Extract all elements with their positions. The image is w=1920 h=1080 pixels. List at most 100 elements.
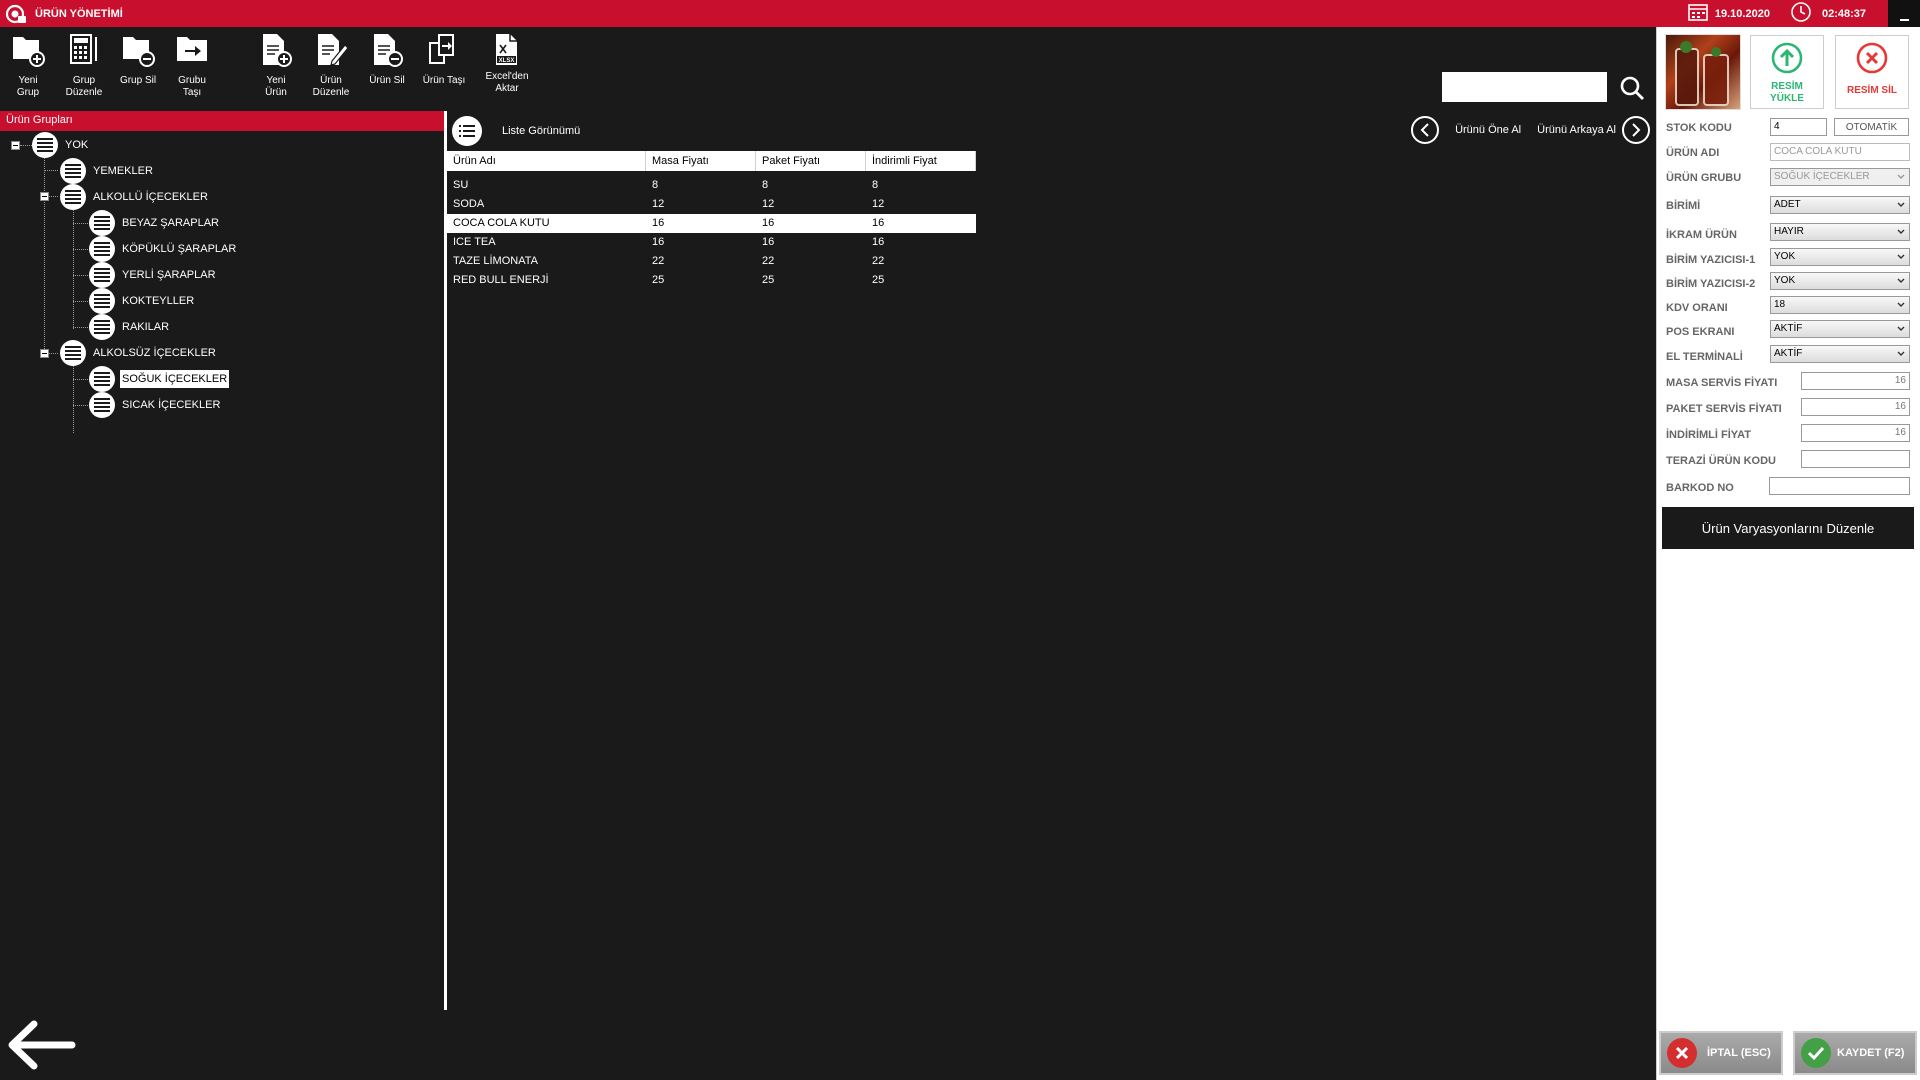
unit-select[interactable]: ADET	[1770, 196, 1910, 214]
printer1-select[interactable]: YOK	[1770, 248, 1910, 266]
column-header-name[interactable]: Ürün Adı	[447, 151, 646, 171]
chevron-right-icon	[1632, 123, 1641, 137]
column-header-package-price[interactable]: Paket Fiyatı	[756, 151, 866, 171]
list-view-icon	[459, 125, 475, 137]
scale-code-field[interactable]	[1801, 450, 1910, 468]
remove-image-button[interactable]: RESİM SİL	[1835, 35, 1909, 109]
delete-product-label: Ürün Sil	[369, 75, 405, 86]
search-icon	[1620, 76, 1644, 100]
table-row[interactable]: TAZE LİMONATA 22 22 22	[447, 252, 976, 271]
edit-group-label: Grup Düzenle	[65, 75, 103, 98]
treat-select[interactable]: HAYIR	[1770, 223, 1910, 241]
tree-node-alkolsuz-icecekler[interactable]: ALKOLSÜZ İÇECEKLER	[60, 340, 218, 366]
auto-code-button[interactable]: OTOMATİK	[1834, 118, 1909, 136]
move-product-label: Ürün Taşı	[422, 75, 466, 86]
move-front-button[interactable]: Ürünü Öne Al	[1455, 124, 1521, 136]
tree-node-kokteyller[interactable]: KOKTEYLLER	[89, 288, 196, 314]
product-group-select[interactable]: SOĞUK İÇECEKLER	[1770, 168, 1910, 186]
tree-node-soguk-icecekler[interactable]: SOĞUK İÇECEKLER	[89, 366, 230, 392]
handheld-label: EL TERMİNALİ	[1666, 351, 1743, 363]
column-header-table-price[interactable]: Masa Fiyatı	[646, 151, 756, 171]
new-product-label: Yeni Ürün	[265, 75, 287, 98]
form-row-treat: İKRAM ÜRÜN	[1666, 225, 1774, 245]
cancel-button[interactable]: İPTAL (ESC)	[1659, 1031, 1783, 1075]
form-row-scale-code: TERAZİ ÜRÜN KODU	[1666, 451, 1806, 471]
cell-package-price: 25	[762, 274, 775, 286]
delete-product-button[interactable]: Ürün Sil	[359, 31, 415, 87]
tree-node-beyaz-saraplar[interactable]: BEYAZ ŞARAPLAR	[89, 210, 221, 236]
package-price-field[interactable]: 16	[1801, 398, 1910, 416]
cell-name: COCA COLA KUTU	[453, 217, 550, 229]
pos-select[interactable]: AKTİF	[1770, 320, 1910, 338]
list-view-button[interactable]	[452, 116, 482, 146]
form-row-product-group: ÜRÜN GRUBU	[1666, 168, 1774, 188]
table-row[interactable]: SODA 12 12 12	[447, 195, 976, 214]
clock-icon	[1790, 1, 1812, 26]
cell-discount-price: 12	[872, 198, 885, 210]
list-icon	[60, 340, 86, 366]
printer2-select[interactable]: YOK	[1770, 272, 1910, 290]
app-logo-icon	[3, 3, 29, 25]
handheld-select[interactable]: AKTİF	[1770, 345, 1910, 363]
table-row[interactable]: SU 8 8 8	[447, 176, 976, 195]
vat-select[interactable]: 18	[1770, 296, 1910, 314]
table-price-field[interactable]: 16	[1801, 372, 1910, 390]
chevron-left-icon	[1420, 123, 1429, 137]
move-group-button[interactable]: Grubu Taşı	[164, 31, 220, 99]
edit-variations-button[interactable]: Ürün Varyasyonlarını Düzenle	[1662, 507, 1914, 549]
upload-image-label: RESİM YÜKLE	[1770, 81, 1804, 104]
table-row[interactable]: RED BULL ENERJİ 25 25 25	[447, 271, 976, 290]
move-back-button[interactable]: Ürünü Arkaya Al	[1537, 124, 1616, 136]
move-back-arrow-button[interactable]	[1622, 116, 1650, 144]
tree-node-yok[interactable]: YOK	[32, 132, 90, 158]
collapse-root-toggle[interactable]	[11, 141, 20, 150]
edit-product-label: Ürün Düzenle	[312, 75, 350, 98]
tree-node-alkollu-icecekler[interactable]: ALKOLLÜ İÇECEKLER	[60, 184, 210, 210]
cell-discount-price: 16	[872, 217, 885, 229]
cell-table-price: 25	[652, 274, 665, 286]
search-button[interactable]	[1616, 72, 1648, 104]
product-name-field[interactable]: COCA COLA KUTU	[1770, 143, 1910, 161]
move-product-button[interactable]: Ürün Taşı	[416, 31, 472, 87]
tree-node-kopuklu-saraplar[interactable]: KÖPÜKLÜ ŞARAPLAR	[89, 236, 238, 262]
edit-group-button[interactable]: Grup Düzenle	[56, 31, 112, 99]
chevron-down-icon	[1897, 174, 1905, 179]
barcode-field[interactable]	[1769, 477, 1910, 495]
search-input[interactable]	[1442, 72, 1607, 102]
table-row[interactable]: ICE TEA 16 16 16	[447, 233, 976, 252]
tree-node-sicak-icecekler[interactable]: SICAK İÇECEKLER	[89, 392, 222, 418]
back-button[interactable]	[6, 1018, 76, 1072]
column-header-discount-price[interactable]: İndirimli Fiyat	[866, 151, 976, 171]
tree-node-label: YOK	[65, 139, 89, 151]
tree-node-rakilar[interactable]: RAKILAR	[89, 314, 171, 340]
collapse-alkolsuz-toggle[interactable]	[40, 349, 49, 358]
list-header: Liste Görünümü Ürünü Öne Al Ürünü Arkaya…	[447, 111, 1656, 151]
list-icon	[89, 392, 115, 418]
delete-group-button[interactable]: Grup Sil	[110, 31, 166, 87]
calendar-icon	[1687, 2, 1709, 25]
collapse-alkollu-toggle[interactable]	[40, 192, 49, 201]
document-edit-icon	[318, 34, 349, 66]
printer1-label: BİRİM YAZICISI-1	[1666, 254, 1756, 266]
tree-node-label: KÖPÜKLÜ ŞARAPLAR	[122, 243, 237, 255]
tree-node-yerli-saraplar[interactable]: YERLİ ŞARAPLAR	[89, 262, 218, 288]
save-button[interactable]: KAYDET (F2)	[1793, 1031, 1917, 1075]
form-row-printer2: BİRİM YAZICISI-2	[1666, 274, 1774, 294]
edit-product-button[interactable]: Ürün Düzenle	[303, 31, 359, 99]
move-front-arrow-button[interactable]	[1411, 116, 1440, 144]
tree-node-label: SICAK İÇECEKLER	[122, 399, 221, 411]
cell-discount-price: 22	[872, 255, 885, 267]
tree-node-yemekler[interactable]: YEMEKLER	[60, 158, 155, 184]
upload-image-button[interactable]: RESİM YÜKLE	[1750, 35, 1824, 109]
new-group-label: Yeni Grup	[16, 75, 40, 98]
current-time: 02:48:37	[1821, 7, 1866, 20]
discount-price-field[interactable]: 16	[1801, 424, 1910, 442]
new-product-button[interactable]: Yeni Ürün	[248, 31, 304, 99]
minimize-button[interactable]	[1888, 0, 1920, 27]
xlsx-file-icon: XLSX	[496, 34, 517, 65]
new-group-button[interactable]: Yeni Grup	[0, 31, 56, 99]
form-row-discount-price: İNDİRİMLİ FİYAT	[1666, 425, 1806, 445]
excel-import-button[interactable]: XLSX Excel'den Aktar	[479, 31, 535, 95]
table-row-selected[interactable]: COCA COLA KUTU 16 16 16	[447, 214, 976, 233]
stock-code-field[interactable]: 4	[1770, 118, 1827, 136]
